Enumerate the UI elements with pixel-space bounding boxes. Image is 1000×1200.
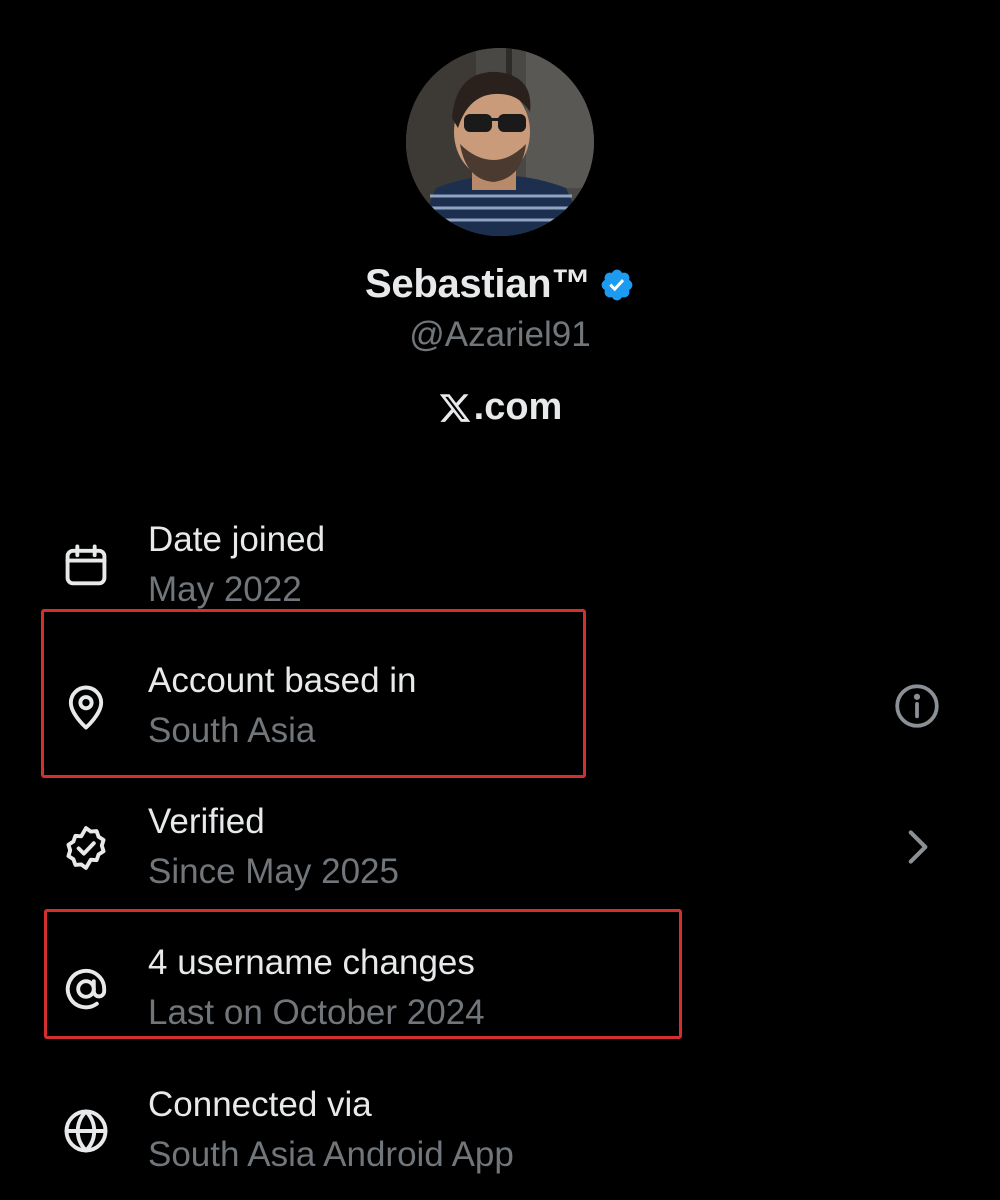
verified-outline-icon: [60, 822, 112, 874]
avatar-photo: [406, 48, 594, 236]
display-name: Sebastian™: [365, 262, 591, 306]
verified-badge-icon[interactable]: [599, 267, 635, 303]
row-title: Connected via: [148, 1085, 372, 1124]
row-subtitle: Since May 2025: [148, 852, 399, 891]
profile-handle: @Azariel91: [409, 315, 591, 354]
site-domain: .com: [473, 386, 563, 428]
site-link[interactable]: .com: [0, 386, 1000, 429]
row-title: Account based in: [148, 661, 417, 700]
at-sign-icon: [60, 963, 112, 1015]
row-title: 4 username changes: [148, 943, 475, 982]
info-icon[interactable]: [892, 681, 942, 731]
row-subtitle: May 2022: [148, 570, 302, 609]
row-username-changes: 4 username changes Last on October 2024: [0, 933, 1000, 1053]
row-subtitle: Last on October 2024: [148, 993, 485, 1032]
row-account-based-in: Account based in South Asia: [0, 651, 1000, 771]
x-logo-icon: [438, 391, 472, 425]
row-subtitle: South Asia Android App: [148, 1135, 514, 1174]
calendar-icon: [60, 540, 112, 592]
row-verified[interactable]: Verified Since May 2025: [0, 792, 1000, 912]
row-subtitle: South Asia: [148, 711, 316, 750]
chevron-right-icon[interactable]: [892, 822, 942, 872]
row-title: Verified: [148, 802, 265, 841]
location-pin-icon: [60, 681, 112, 733]
globe-icon: [60, 1105, 112, 1157]
row-date-joined: Date joined May 2022: [0, 510, 1000, 630]
profile-name-row: Sebastian™: [0, 262, 1000, 307]
row-connected-via: Connected via South Asia Android App: [0, 1075, 1000, 1195]
row-title: Date joined: [148, 520, 326, 559]
avatar[interactable]: [406, 48, 594, 236]
